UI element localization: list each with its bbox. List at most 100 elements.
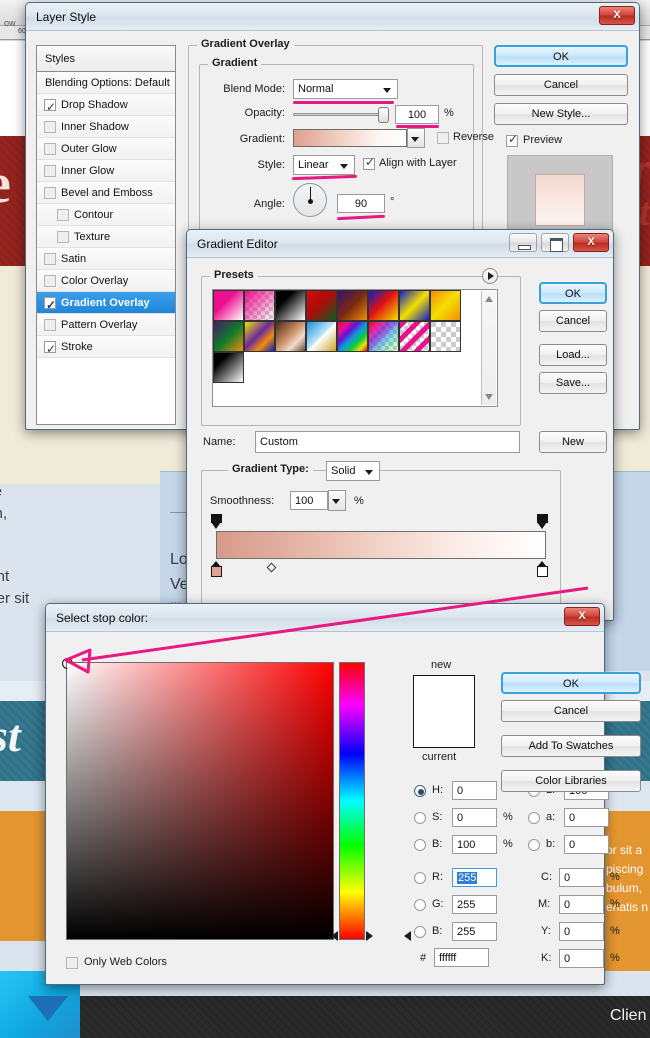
radio-hue[interactable]: [414, 785, 426, 797]
opacity-slider-knob[interactable]: [378, 107, 389, 123]
sidebar-item-contour[interactable]: Contour: [37, 204, 175, 226]
sidebar-item-inner-glow[interactable]: Inner Glow: [37, 160, 175, 182]
preset-swatch[interactable]: [213, 290, 244, 321]
gradient-editor-titlebar[interactable]: Gradient Editor X: [187, 230, 613, 258]
checkbox-bevel-and-emboss[interactable]: [44, 187, 56, 199]
presets-menu-icon[interactable]: [482, 268, 498, 284]
preset-swatch[interactable]: [213, 352, 244, 383]
checkbox-reverse[interactable]: [437, 132, 449, 144]
checkbox-preview[interactable]: [506, 135, 518, 147]
color-libraries-button[interactable]: Color Libraries: [501, 770, 641, 792]
preset-swatch[interactable]: [244, 290, 275, 321]
checkbox-contour[interactable]: [57, 209, 69, 221]
sidebar-item-outer-glow[interactable]: Outer Glow: [37, 138, 175, 160]
cyan-input[interactable]: 0: [559, 868, 604, 887]
preset-swatch[interactable]: [306, 290, 337, 321]
checkbox-pattern-overlay[interactable]: [44, 319, 56, 331]
opacity-slider-track[interactable]: [293, 113, 383, 116]
gradient-bar[interactable]: [216, 531, 546, 559]
gradient-color-stop-end[interactable]: [537, 561, 548, 577]
gradient-dropdown-button[interactable]: [407, 128, 425, 148]
gradient-editor-ok-button[interactable]: OK: [539, 282, 607, 304]
preset-swatch[interactable]: [213, 321, 244, 352]
blue-input[interactable]: 255: [452, 922, 497, 941]
preset-swatch[interactable]: [430, 321, 461, 352]
gradient-opacity-stop-start[interactable]: [211, 514, 222, 529]
minimize-icon[interactable]: [509, 233, 537, 252]
layer-style-cancel-button[interactable]: Cancel: [494, 74, 628, 96]
sidebar-item-inner-shadow[interactable]: Inner Shadow: [37, 116, 175, 138]
stop-color-cancel-button[interactable]: Cancel: [501, 700, 641, 722]
checkbox-outer-glow[interactable]: [44, 143, 56, 155]
preset-swatch[interactable]: [368, 321, 399, 352]
radio-green[interactable]: [414, 899, 426, 911]
magenta-input[interactable]: 0: [559, 895, 604, 914]
color-field[interactable]: [66, 662, 334, 940]
close-icon[interactable]: X: [573, 233, 609, 252]
sidebar-item-texture[interactable]: Texture: [37, 226, 175, 248]
gradient-editor-cancel-button[interactable]: Cancel: [539, 310, 607, 332]
checkbox-inner-glow[interactable]: [44, 165, 56, 177]
hex-input[interactable]: ffffff: [434, 948, 489, 967]
gradient-midpoint-marker[interactable]: [267, 563, 277, 573]
load-button[interactable]: Load...: [539, 344, 607, 366]
checkbox-satin[interactable]: [44, 253, 56, 265]
radio-lab-b[interactable]: [528, 839, 540, 851]
sidebar-item-color-overlay[interactable]: Color Overlay: [37, 270, 175, 292]
radio-lab-a[interactable]: [528, 812, 540, 824]
red-input[interactable]: 255: [452, 868, 497, 887]
gradient-color-stop-start[interactable]: [211, 561, 222, 577]
sidebar-item-blending-options[interactable]: Blending Options: Default: [37, 72, 175, 94]
sidebar-item-drop-shadow[interactable]: Drop Shadow: [37, 94, 175, 116]
preset-swatch[interactable]: [337, 321, 368, 352]
checkbox-gradient-overlay[interactable]: [44, 297, 56, 309]
name-input[interactable]: Custom: [255, 431, 520, 453]
opacity-input[interactable]: 100: [395, 105, 439, 124]
close-icon[interactable]: X: [564, 607, 600, 626]
preset-swatch[interactable]: [399, 321, 430, 352]
checkbox-stroke[interactable]: [44, 341, 56, 353]
blend-mode-select[interactable]: Normal: [293, 79, 398, 99]
lab-b-input[interactable]: 0: [564, 835, 609, 854]
checkbox-drop-shadow[interactable]: [44, 99, 56, 111]
preset-swatch[interactable]: [337, 290, 368, 321]
radio-saturation[interactable]: [414, 812, 426, 824]
sidebar-item-gradient-overlay[interactable]: Gradient Overlay: [37, 292, 175, 314]
preset-swatch[interactable]: [430, 290, 461, 321]
checkbox-only-web-colors[interactable]: [66, 957, 78, 969]
stop-color-titlebar[interactable]: Select stop color: X: [46, 604, 604, 632]
sidebar-item-pattern-overlay[interactable]: Pattern Overlay: [37, 314, 175, 336]
gradient-preview-swatch[interactable]: [293, 129, 407, 147]
smoothness-input[interactable]: 100: [290, 491, 328, 510]
saturation-input[interactable]: 0: [452, 808, 497, 827]
layer-style-ok-button[interactable]: OK: [494, 45, 628, 67]
preset-swatch[interactable]: [368, 290, 399, 321]
lab-a-input[interactable]: 0: [564, 808, 609, 827]
checkbox-inner-shadow[interactable]: [44, 121, 56, 133]
sidebar-item-stroke[interactable]: Stroke: [37, 336, 175, 358]
sidebar-item-satin[interactable]: Satin: [37, 248, 175, 270]
sidebar-item-bevel-and-emboss[interactable]: Bevel and Emboss: [37, 182, 175, 204]
checkbox-color-overlay[interactable]: [44, 275, 56, 287]
maximize-icon[interactable]: [541, 233, 569, 252]
hue-input[interactable]: 0: [452, 781, 497, 800]
radio-red[interactable]: [414, 872, 426, 884]
gradient-opacity-stop-end[interactable]: [537, 514, 548, 529]
add-to-swatches-button[interactable]: Add To Swatches: [501, 735, 641, 757]
new-current-color-preview[interactable]: [413, 675, 475, 748]
yellow-input[interactable]: 0: [559, 922, 604, 941]
preset-swatch[interactable]: [399, 290, 430, 321]
new-style-button[interactable]: New Style...: [494, 103, 628, 125]
checkbox-texture[interactable]: [57, 231, 69, 243]
save-button[interactable]: Save...: [539, 372, 607, 394]
hue-slider[interactable]: [339, 662, 365, 940]
layer-style-titlebar[interactable]: Layer Style X: [26, 3, 639, 31]
angle-input[interactable]: 90: [337, 194, 385, 213]
black-input[interactable]: 0: [559, 949, 604, 968]
preset-swatch[interactable]: [244, 321, 275, 352]
radio-blue[interactable]: [414, 926, 426, 938]
green-input[interactable]: 255: [452, 895, 497, 914]
preset-swatch[interactable]: [275, 290, 306, 321]
checkbox-align-with-layer[interactable]: [363, 158, 375, 170]
gradient-type-select[interactable]: Solid: [326, 461, 380, 481]
